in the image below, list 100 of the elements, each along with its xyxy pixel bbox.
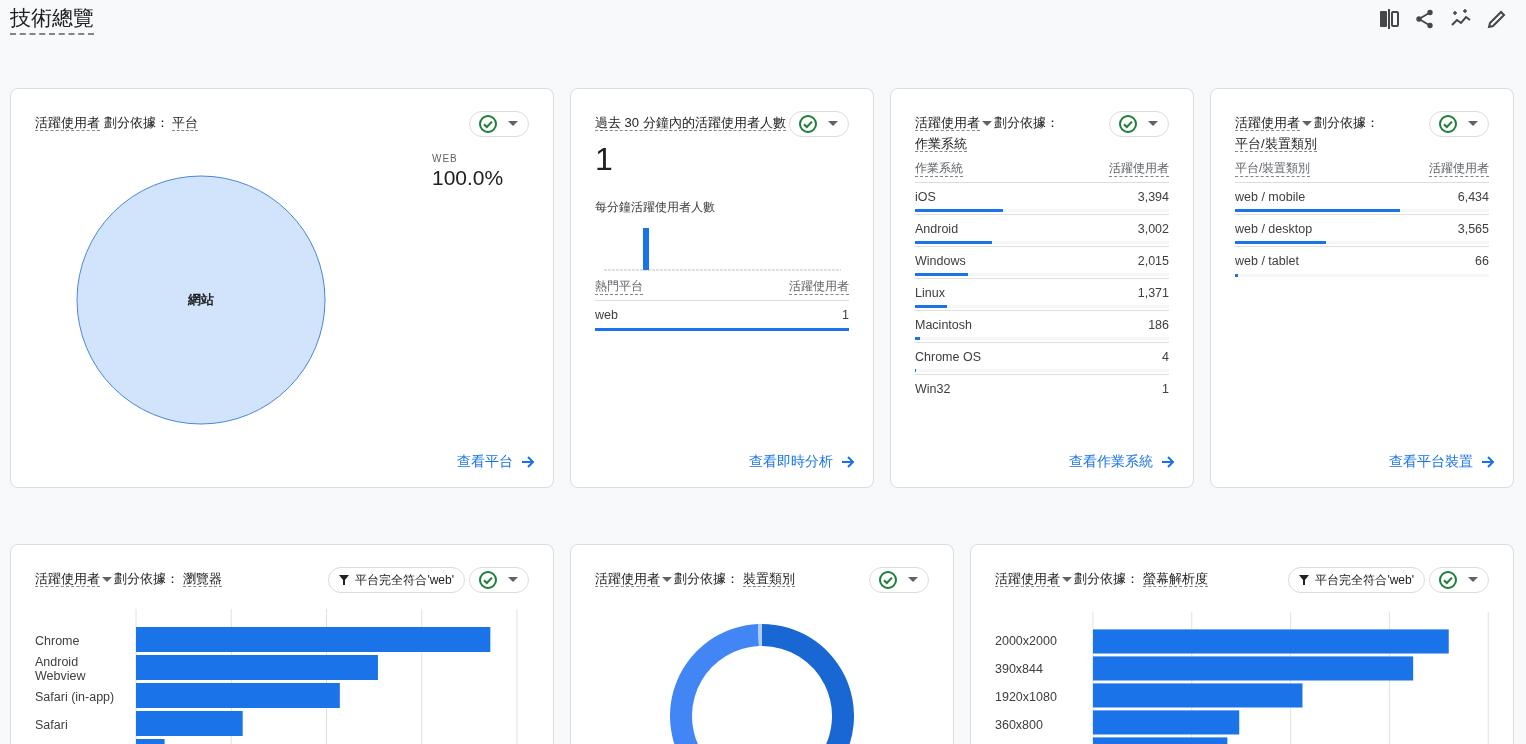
- row-value: 4: [1162, 349, 1169, 364]
- category-label: 390x844: [995, 661, 1044, 678]
- category-label: 360x800: [995, 717, 1044, 734]
- caret-icon: [828, 121, 838, 127]
- row-value: 186: [1148, 317, 1169, 332]
- row-name: web / mobile: [1235, 189, 1306, 204]
- metric-label[interactable]: 活躍使用者: [915, 115, 980, 131]
- caret-icon: [508, 577, 518, 583]
- dimension-label[interactable]: 裝置類別: [742, 571, 795, 587]
- row-value: 1: [1162, 382, 1169, 396]
- column-header[interactable]: 活躍使用者: [789, 278, 849, 295]
- column-header[interactable]: 活躍使用者: [1109, 160, 1169, 177]
- slice-label: 網站: [188, 292, 214, 307]
- breakdown-label: 劃分依據：: [103, 115, 169, 130]
- breakdown-label: 劃分依據：: [994, 115, 1059, 130]
- row-name: Windows: [915, 253, 966, 268]
- row-value: 3,565: [1457, 221, 1489, 236]
- breakdown-label: 劃分依據：: [1314, 115, 1379, 130]
- check-circle-icon: [478, 570, 498, 590]
- category-label: Android Webview: [35, 655, 87, 683]
- check-circle-icon: [1118, 114, 1138, 134]
- view-link[interactable]: 查看即時分析: [749, 453, 855, 471]
- status-dropdown[interactable]: [1429, 567, 1489, 593]
- row-name: Macintosh: [915, 317, 972, 332]
- check-circle-icon: [798, 114, 818, 134]
- column-header[interactable]: 熱門平台: [595, 278, 643, 295]
- metric-label[interactable]: 活躍使用者: [35, 571, 100, 587]
- breakdown-label: 劃分依據：: [114, 571, 179, 586]
- caret-icon: [908, 577, 918, 583]
- row-name: Linux: [915, 285, 945, 300]
- status-dropdown[interactable]: [469, 567, 529, 593]
- caret-icon[interactable]: [1062, 575, 1072, 584]
- user-count: 1: [595, 141, 614, 177]
- row-name: web / tablet: [1235, 254, 1299, 268]
- caret-icon[interactable]: [662, 575, 672, 584]
- status-dropdown[interactable]: [789, 111, 849, 137]
- filter-icon: [1299, 575, 1310, 585]
- dimension-label[interactable]: 螢幕解析度: [1142, 571, 1208, 587]
- metric-label[interactable]: 過去 30 分鐘內的活躍使用者人數: [595, 115, 786, 131]
- chart-subtitle: 每分鐘活躍使用者人數: [595, 199, 716, 216]
- status-dropdown[interactable]: [1429, 111, 1489, 137]
- row-name: iOS: [915, 189, 936, 204]
- category-label: 2000x2000: [995, 633, 1058, 650]
- row-name: Chrome OS: [915, 349, 981, 364]
- status-dropdown[interactable]: [469, 111, 529, 137]
- metric-label[interactable]: 活躍使用者: [35, 115, 100, 131]
- column-header[interactable]: 活躍使用者: [1429, 160, 1489, 177]
- metric-label[interactable]: 活躍使用者: [595, 571, 660, 587]
- bar: [136, 739, 165, 744]
- metric-label[interactable]: 活躍使用者: [1235, 115, 1300, 131]
- caret-icon: [1468, 121, 1478, 127]
- caret-icon[interactable]: [1302, 119, 1312, 128]
- dimension-label[interactable]: 瀏覽器: [182, 571, 222, 587]
- page-title: 技術總覽: [10, 4, 94, 35]
- row-value: 6,434: [1457, 189, 1489, 204]
- row-name: Android: [915, 221, 959, 236]
- row-value: 2,015: [1137, 253, 1169, 268]
- breakdown-label: 劃分依據：: [1074, 571, 1139, 586]
- row-value: 1,371: [1137, 285, 1169, 300]
- check-circle-icon: [1438, 570, 1458, 590]
- status-dropdown[interactable]: [869, 567, 929, 593]
- caret-icon: [1148, 121, 1158, 127]
- caret-icon[interactable]: [982, 119, 992, 128]
- dimension-label[interactable]: 平台/裝置類別: [1235, 136, 1317, 152]
- arrow-right-icon: [1481, 455, 1495, 469]
- category-label: Safari (in-app): [35, 689, 116, 706]
- check-circle-icon: [878, 570, 898, 590]
- filter-chip[interactable]: 平台完全符合'web': [1288, 567, 1425, 593]
- metric-label[interactable]: 活躍使用者: [995, 571, 1060, 587]
- row-value: 66: [1475, 254, 1489, 268]
- column-header[interactable]: 作業系統: [915, 160, 963, 177]
- caret-icon: [1468, 577, 1478, 583]
- arrow-right-icon: [841, 455, 855, 469]
- category-label: Chrome: [35, 633, 81, 650]
- pencil-icon[interactable]: [1486, 8, 1508, 30]
- filter-chip[interactable]: 平台完全符合'web': [328, 567, 465, 593]
- legend-value: 100.0%: [432, 166, 504, 190]
- row-value: 3,394: [1137, 189, 1169, 204]
- category-label: Safari: [35, 717, 69, 734]
- filter-icon: [339, 575, 350, 585]
- row-value: 3,002: [1137, 221, 1169, 236]
- row-value: 1: [842, 308, 849, 322]
- row-name: web: [595, 308, 618, 322]
- column-header[interactable]: 平台/裝置類別: [1235, 160, 1311, 177]
- dimension-label[interactable]: 平台: [172, 115, 199, 131]
- compare-columns-icon[interactable]: [1378, 8, 1400, 30]
- check-circle-icon: [1438, 114, 1458, 134]
- view-link[interactable]: 查看平台裝置: [1389, 453, 1495, 471]
- share-icon[interactable]: [1414, 8, 1436, 30]
- check-circle-icon: [478, 114, 498, 134]
- view-link[interactable]: 查看作業系統: [1069, 453, 1175, 471]
- legend-label: WEB: [432, 153, 459, 164]
- caret-icon: [508, 121, 518, 127]
- dimension-label[interactable]: 作業系統: [915, 136, 967, 152]
- row-name: web / desktop: [1235, 221, 1313, 236]
- view-link[interactable]: 查看平台: [457, 453, 535, 471]
- category-label: 1920x1080: [995, 689, 1058, 706]
- status-dropdown[interactable]: [1109, 111, 1169, 137]
- caret-icon[interactable]: [102, 575, 112, 584]
- breakdown-label: 劃分依據：: [674, 571, 739, 586]
